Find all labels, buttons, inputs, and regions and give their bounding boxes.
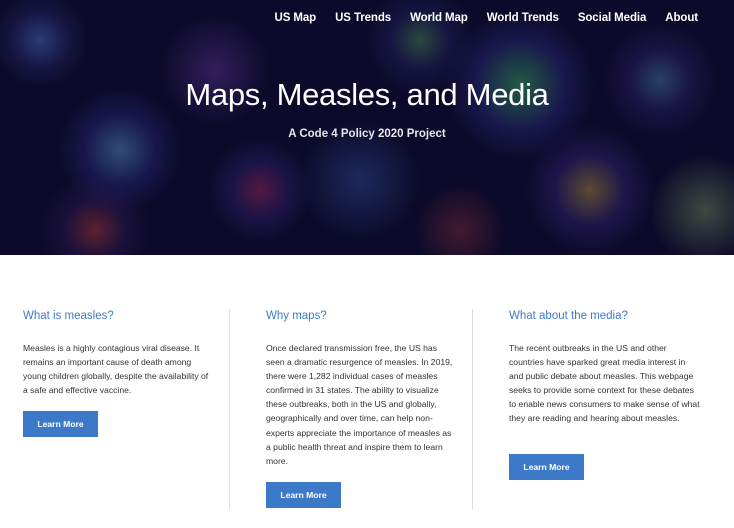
column-divider xyxy=(229,309,230,509)
nav-us-trends[interactable]: US Trends xyxy=(335,12,391,24)
column-measles: What is measles? Measles is a highly con… xyxy=(23,310,213,397)
hero-banner: US Map US Trends World Map World Trends … xyxy=(0,0,734,255)
nav-world-map[interactable]: World Map xyxy=(410,12,468,24)
column-heading: What about the media? xyxy=(509,310,628,322)
column-heading: Why maps? xyxy=(266,310,327,322)
content-columns: What is measles? Measles is a highly con… xyxy=(0,255,734,528)
column-body: Once declared transmission free, the US … xyxy=(266,343,453,466)
nav-us-map[interactable]: US Map xyxy=(275,12,317,24)
page-title: Maps, Measles, and Media xyxy=(185,77,549,112)
learn-more-maps-button[interactable]: Learn More xyxy=(266,482,341,508)
learn-more-measles-button[interactable]: Learn More xyxy=(23,411,98,437)
nav-social-media[interactable]: Social Media xyxy=(578,12,647,24)
column-heading: What is measles? xyxy=(23,310,114,322)
column-maps: Why maps? Once declared transmission fre… xyxy=(266,310,456,468)
page-subtitle: A Code 4 Policy 2020 Project xyxy=(288,128,446,140)
nav-about[interactable]: About xyxy=(665,12,698,24)
column-body: The recent outbreaks in the US and other… xyxy=(509,343,700,424)
column-divider xyxy=(472,309,473,509)
learn-more-media-button[interactable]: Learn More xyxy=(509,454,584,480)
column-body: Measles is a highly contagious viral dis… xyxy=(23,343,209,396)
top-nav: US Map US Trends World Map World Trends … xyxy=(275,12,699,24)
column-media: What about the media? The recent outbrea… xyxy=(509,310,701,426)
nav-world-trends[interactable]: World Trends xyxy=(487,12,559,24)
